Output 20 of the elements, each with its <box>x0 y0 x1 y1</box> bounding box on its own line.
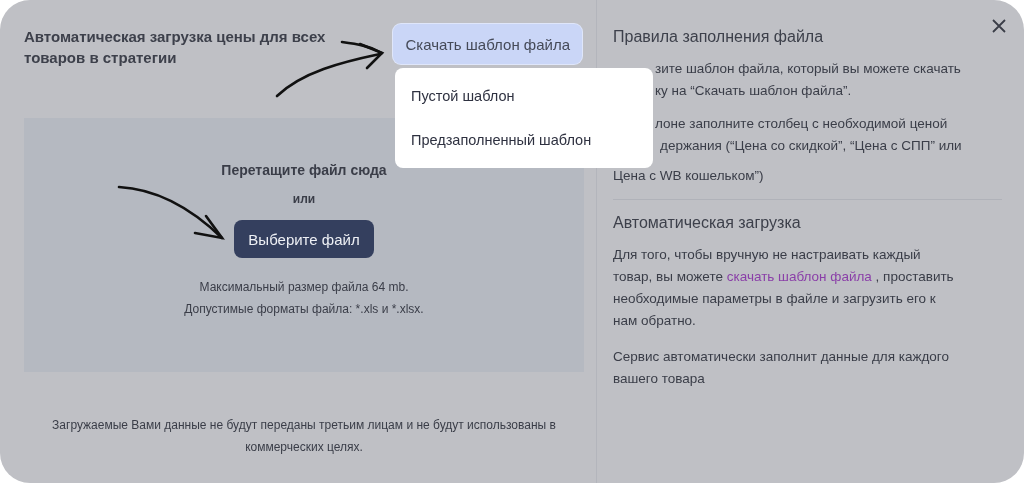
close-icon[interactable] <box>991 18 1007 34</box>
service-note: Сервис автоматически заполнит данные для каждого вашего товара <box>613 348 950 388</box>
auto-heading: Автоматическая загрузка <box>613 213 802 233</box>
choose-file-button[interactable]: Выберите файл <box>234 220 374 258</box>
max-size-text: Максимальный размер файла 64 mb. <box>199 279 409 296</box>
drop-heading: Перетащите файл сюда <box>221 162 387 178</box>
rules-text-line: Цена с WB кошельком”) <box>613 167 765 185</box>
rules-text-line: лоне заполните столбец с необходимой ценой <box>654 115 949 133</box>
download-template-button[interactable]: Скачать шаблон файла <box>393 24 582 64</box>
rules-text-line: держания (“Цена со скидкой”, “Цена с СПП” или <box>659 137 963 155</box>
download-template-link[interactable]: скачать шаблон файла <box>726 269 872 284</box>
rules-text-line: ку на “Скачать шаблон файла”. <box>654 82 853 100</box>
auto-paragraph: Для того, чтобы вручную не настраивать каждый товар, вы можете скачать шаблон файла , проставить необходимые параметры в файле и загрузить его к нам обратно. <box>613 246 955 330</box>
modal-title: Автоматическая загрузка цены для всех товаров в стратегии <box>24 27 327 68</box>
or-label: или <box>292 192 316 206</box>
privacy-note: Загружаемые Вами данные не будут переданы третьим лицам и не будут использованы в коммерческих целях. <box>51 417 557 456</box>
dropdown-item[interactable]: Пустой шаблон <box>395 88 653 104</box>
formats-text: Допустимые форматы файла: *.xls и *.xlsx. <box>184 301 424 318</box>
rules-heading: Правила заполнения файла <box>613 27 825 47</box>
rules-text-line: зите шаблон файла, который вы можете скачать <box>654 60 962 78</box>
